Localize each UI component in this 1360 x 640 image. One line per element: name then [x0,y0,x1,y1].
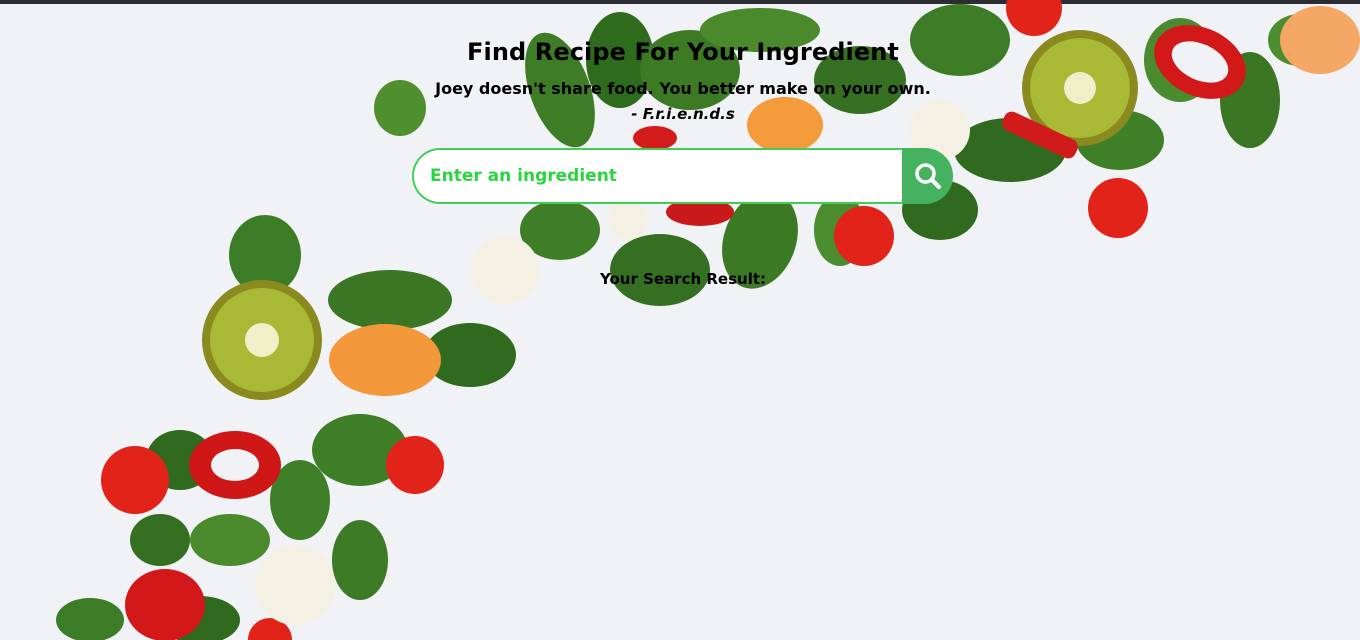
search-result-label: Your Search Result: [599,270,767,288]
quote-text: Joey doesn't share food. You better make… [435,79,931,98]
ingredient-search-input[interactable] [412,148,920,204]
quote-attribution: - F.r.i.e.n.d.s [631,105,735,123]
main-content: Find Recipe For Your Ingredient Joey doe… [0,0,1360,640]
search-button[interactable] [902,148,953,204]
search-icon [914,163,941,190]
search-bar [412,148,953,204]
page-title: Find Recipe For Your Ingredient [467,38,899,66]
